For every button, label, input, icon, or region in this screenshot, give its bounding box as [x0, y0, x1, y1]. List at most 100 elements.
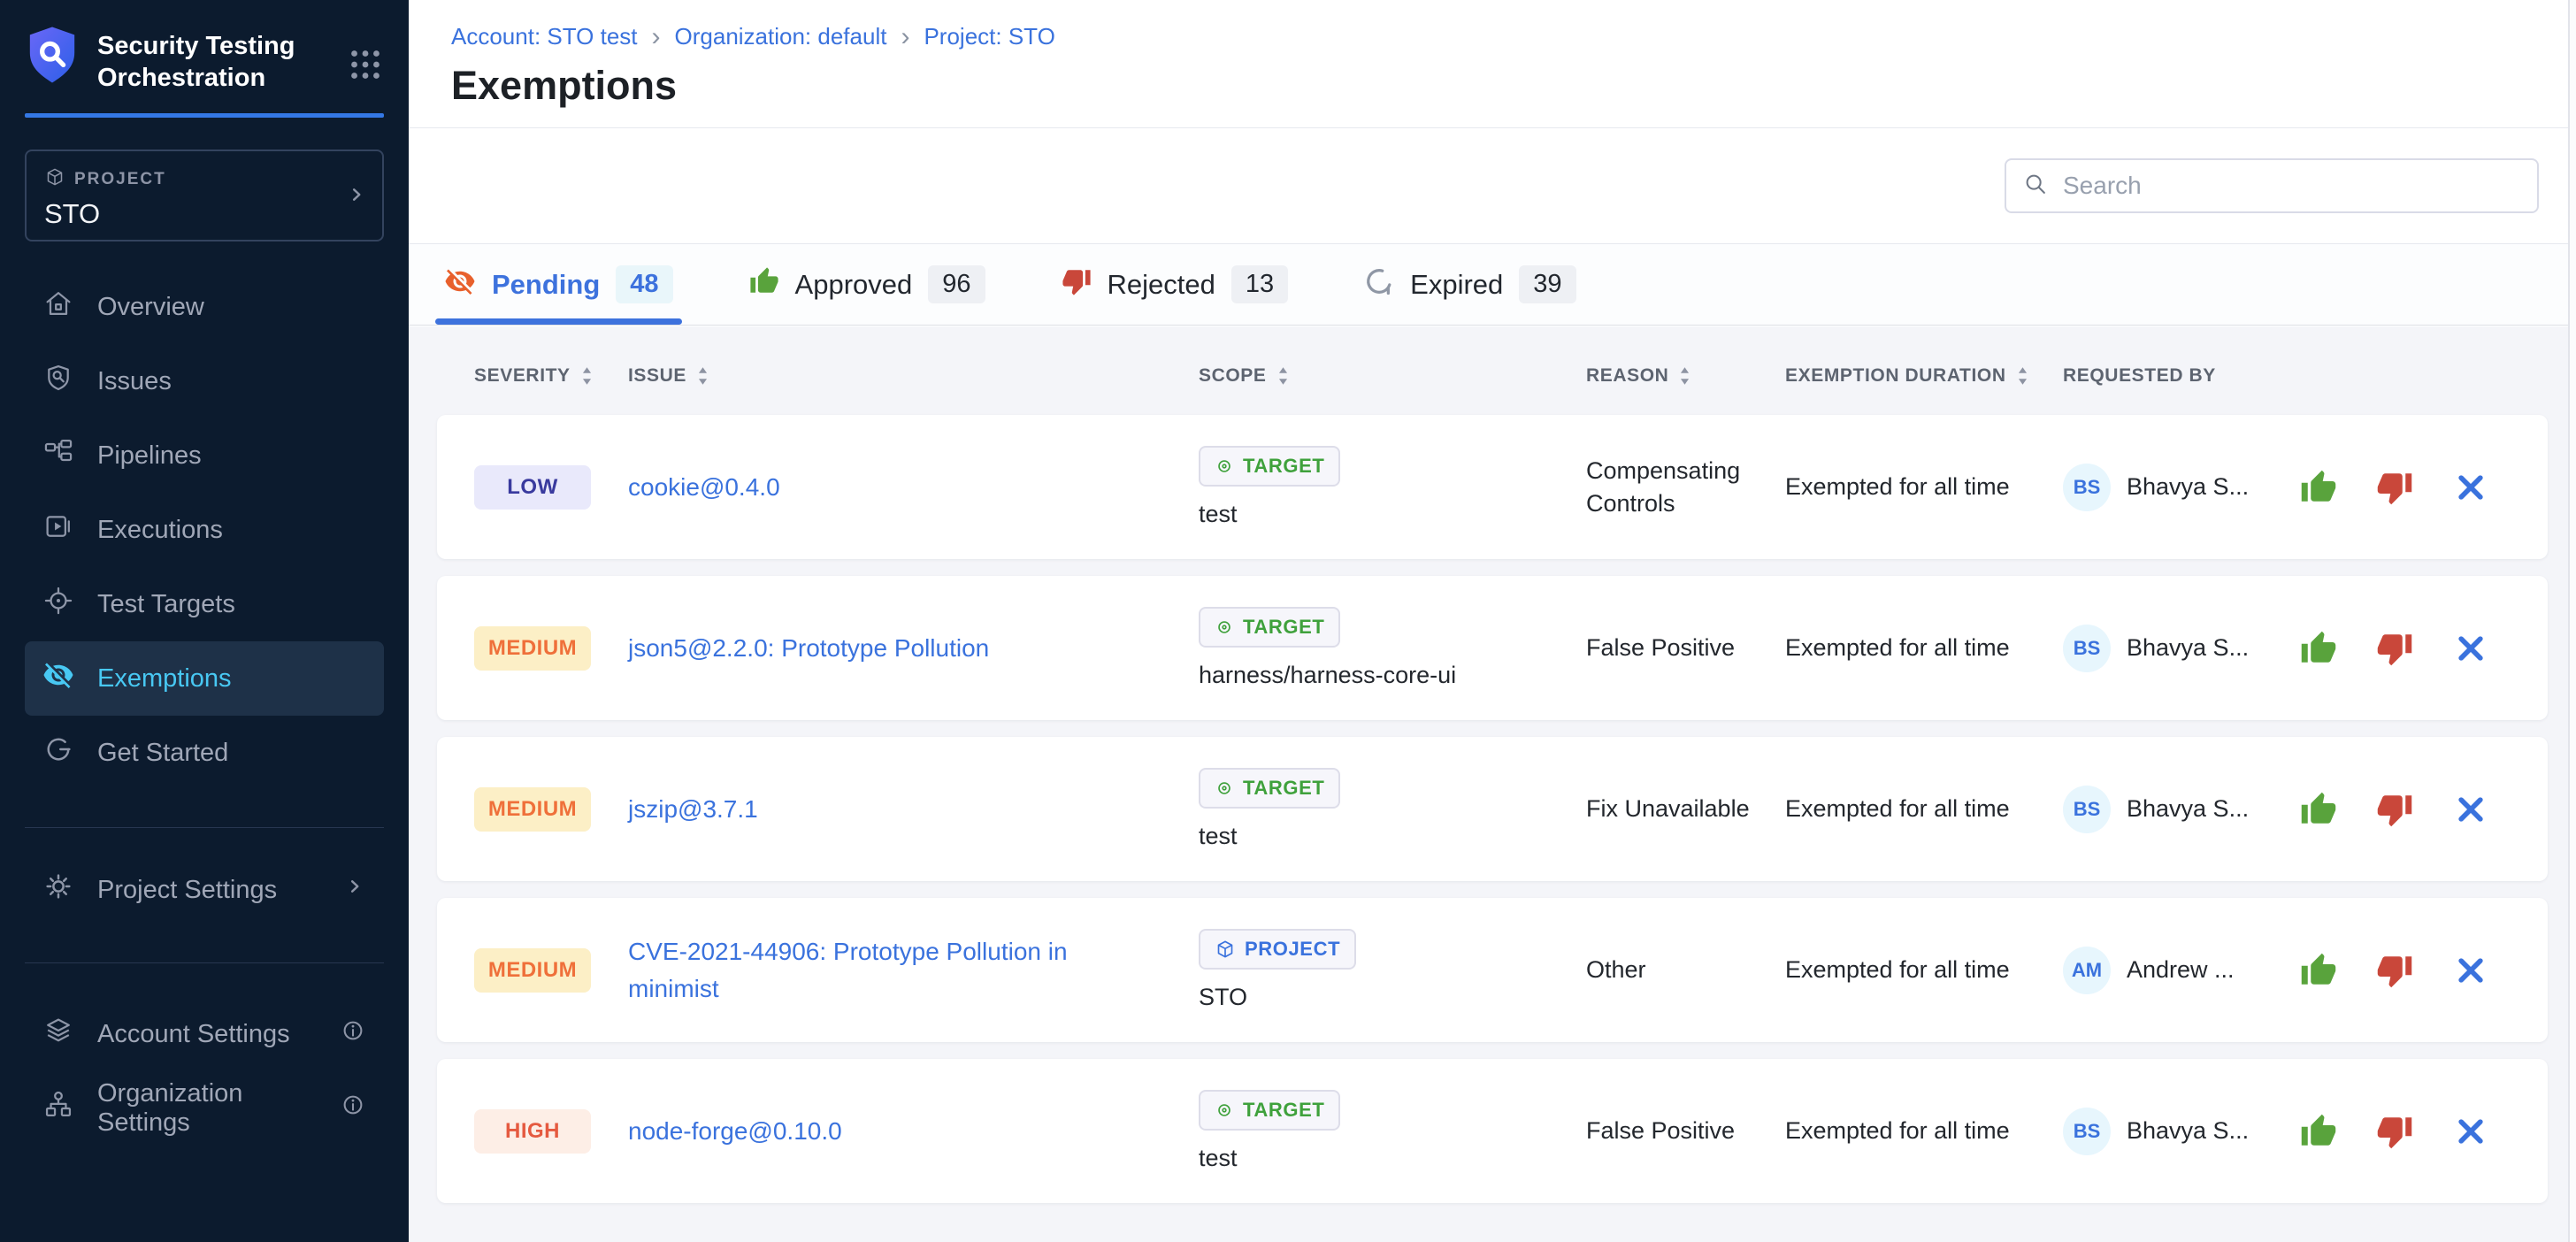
issue-link[interactable]: node-forge@0.10.0: [628, 1113, 842, 1150]
info-icon[interactable]: [340, 1092, 366, 1125]
close-icon: [2453, 953, 2488, 988]
sidebar-item-overview[interactable]: Overview: [25, 270, 384, 344]
column-header-scope[interactable]: SCOPE: [1199, 365, 1586, 387]
row-actions: [2283, 468, 2511, 507]
column-header-exemption-duration[interactable]: EXEMPTION DURATION: [1785, 365, 2063, 387]
sidebar-item-label: Pipelines: [97, 441, 202, 471]
avatar: BS: [2063, 464, 2111, 511]
sidebar-item-label: Issues: [97, 367, 172, 396]
tab-pending[interactable]: Pending 48: [444, 244, 673, 325]
app-grid-icon[interactable]: [350, 50, 380, 84]
reject-button[interactable]: [2375, 468, 2414, 507]
tab-expired[interactable]: Expired 39: [1364, 244, 1576, 325]
tab-label: Rejected: [1108, 269, 1215, 301]
scope-type-label: TARGET: [1243, 1099, 1324, 1122]
scope-badge: TARGET: [1199, 768, 1340, 809]
scope-type-label: TARGET: [1243, 455, 1324, 478]
severity-badge: MEDIUM: [474, 948, 591, 993]
thumb-down-icon: [1062, 266, 1092, 303]
reject-button[interactable]: [2375, 951, 2414, 990]
scope-cell: TARGET harness/harness-core-ui: [1199, 607, 1586, 689]
chevron-right-icon: [345, 183, 368, 211]
requested-by-cell: AM Andrew ...: [2063, 947, 2283, 994]
chevron-right-icon: ›: [652, 26, 661, 49]
breadcrumb-project-link[interactable]: Project: STO: [924, 23, 1054, 50]
severity-cell: LOW: [474, 465, 628, 510]
approve-button[interactable]: [2299, 1112, 2338, 1151]
reason: False Positive: [1586, 632, 1774, 664]
thumb-up-icon: [2300, 469, 2337, 506]
exemption-duration: Exempted for all time: [1785, 956, 2063, 984]
sidebar-divider: [25, 827, 384, 828]
chevron-right-icon: ›: [901, 26, 909, 49]
search-input[interactable]: [2063, 172, 2521, 200]
table-row: LOW cookie@0.4.0 TARGET test Compensatin…: [437, 415, 2548, 559]
reject-button[interactable]: [2375, 629, 2414, 668]
column-header-severity[interactable]: SEVERITY: [474, 365, 628, 387]
approve-button[interactable]: [2299, 468, 2338, 507]
approve-button[interactable]: [2299, 629, 2338, 668]
thumb-down-icon: [2376, 630, 2413, 667]
main-content: Account: STO test › Organization: defaul…: [409, 0, 2576, 1242]
project-selector[interactable]: PROJECT STO: [25, 150, 384, 242]
sidebar-item-label: Get Started: [97, 739, 228, 768]
tab-rejected[interactable]: Rejected 13: [1062, 244, 1289, 325]
column-header-reason[interactable]: REASON: [1586, 365, 1785, 387]
requester-name: Bhavya S...: [2127, 634, 2249, 662]
cancel-button[interactable]: [2451, 1112, 2490, 1151]
issue-link[interactable]: CVE-2021-44906: Prototype Pollution in m…: [628, 933, 1159, 1008]
reason: False Positive: [1586, 1115, 1774, 1147]
sidebar-item-pipelines[interactable]: Pipelines: [25, 418, 384, 493]
search-box[interactable]: [2005, 158, 2539, 213]
requested-by-cell: BS Bhavya S...: [2063, 786, 2283, 833]
approve-button[interactable]: [2299, 951, 2338, 990]
breadcrumb-account-link[interactable]: Account: STO test: [451, 23, 638, 50]
issue-cell: CVE-2021-44906: Prototype Pollution in m…: [628, 933, 1199, 1008]
column-header-requested-by: REQUESTED BY: [2063, 365, 2283, 387]
tab-label: Pending: [492, 269, 600, 301]
thumb-up-icon: [2300, 791, 2337, 828]
severity-badge: MEDIUM: [474, 626, 591, 671]
info-icon[interactable]: [340, 1017, 366, 1051]
column-header-issue[interactable]: ISSUE: [628, 365, 1199, 387]
reject-button[interactable]: [2375, 790, 2414, 829]
approve-button[interactable]: [2299, 790, 2338, 829]
issue-link[interactable]: json5@2.2.0: Prototype Pollution: [628, 630, 989, 667]
sidebar-item-label: Exemptions: [97, 664, 232, 694]
sidebar-item-project-settings[interactable]: Project Settings: [25, 853, 384, 927]
target-scope-icon: [1215, 456, 1234, 476]
scope-name: test: [1199, 501, 1238, 528]
sidebar-item-executions[interactable]: Executions: [25, 493, 384, 567]
cancel-button[interactable]: [2451, 790, 2490, 829]
sidebar-item-exemptions[interactable]: Exemptions: [25, 641, 384, 716]
sidebar-item-organization-settings[interactable]: Organization Settings: [25, 1071, 384, 1146]
table-header: SEVERITY ISSUE SCOPE REASON EXEMPTION DU…: [437, 326, 2548, 415]
thumb-up-icon: [2300, 952, 2337, 989]
reject-button[interactable]: [2375, 1112, 2414, 1151]
tab-approved[interactable]: Approved 96: [749, 244, 985, 325]
tab-label: Approved: [795, 269, 913, 301]
close-icon: [2453, 1114, 2488, 1149]
sidebar-item-account-settings[interactable]: Account Settings: [25, 997, 384, 1071]
issue-link[interactable]: cookie@0.4.0: [628, 469, 780, 506]
issue-link[interactable]: jszip@3.7.1: [628, 791, 758, 828]
scope-cell: PROJECT STO: [1199, 929, 1586, 1011]
cancel-button[interactable]: [2451, 629, 2490, 668]
tab-count-badge: 13: [1231, 265, 1288, 303]
cancel-button[interactable]: [2451, 468, 2490, 507]
breadcrumb-organization-link[interactable]: Organization: default: [675, 23, 887, 50]
pipeline-icon: [42, 436, 74, 475]
sidebar-item-get-started[interactable]: Get Started: [25, 716, 384, 790]
reason: Other: [1586, 954, 1774, 986]
sidebar-item-test-targets[interactable]: Test Targets: [25, 567, 384, 641]
scrollbar[interactable]: [2568, 0, 2576, 1242]
cancel-button[interactable]: [2451, 951, 2490, 990]
sidebar-item-label: Overview: [97, 293, 204, 322]
target-icon: [42, 585, 74, 624]
sidebar-item-label: Executions: [97, 516, 223, 545]
scope-badge: TARGET: [1199, 446, 1340, 487]
sidebar-item-issues[interactable]: Issues: [25, 344, 384, 418]
home-icon: [42, 288, 74, 326]
clock-icon: [1364, 266, 1394, 303]
tab-count-badge: 96: [928, 265, 985, 303]
